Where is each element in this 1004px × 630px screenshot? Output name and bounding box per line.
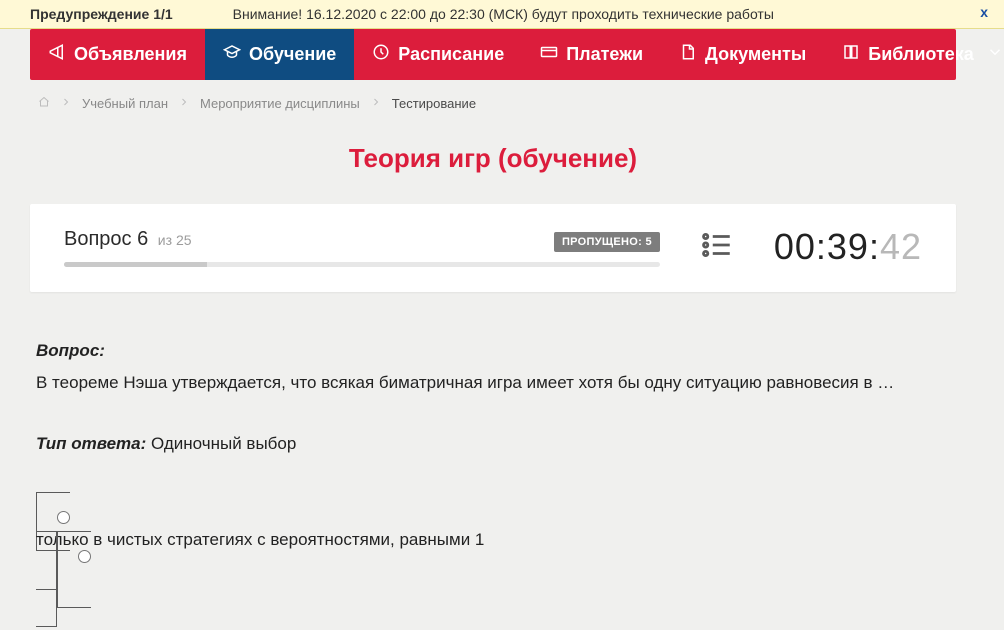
nav-library[interactable]: Библиотека — [824, 29, 1004, 80]
page-title: Теория игр (обучение) — [30, 143, 956, 174]
nav-education[interactable]: Обучение — [205, 29, 354, 80]
timer: 00:39:42 — [774, 226, 922, 268]
nav-schedule[interactable]: Расписание — [354, 29, 522, 80]
nav-label: Объявления — [74, 44, 187, 65]
warning-message: Внимание! 16.12.2020 с 22:00 до 22:30 (М… — [233, 6, 974, 22]
main-nav: Объявления Обучение Расписание Платежи — [30, 29, 956, 80]
nav-label: Документы — [705, 44, 806, 65]
progress-fill — [64, 262, 207, 267]
breadcrumb: Учебный план Мероприятие дисциплины Тест… — [30, 80, 956, 121]
nav-documents[interactable]: Документы — [661, 29, 824, 80]
breadcrumb-link-event[interactable]: Мероприятие дисциплины — [200, 96, 360, 111]
home-icon[interactable] — [38, 96, 50, 111]
chevron-right-icon — [178, 96, 190, 111]
answers-list: только в чистых стратегиях с вероятностя… — [30, 511, 956, 587]
breadcrumb-link-plan[interactable]: Учебный план — [82, 96, 168, 111]
book-icon — [842, 43, 860, 66]
question-text: В теореме Нэша утверждается, что всякая … — [36, 370, 950, 396]
chevron-right-icon — [60, 96, 72, 111]
file-icon — [679, 43, 697, 66]
question-list-button[interactable] — [700, 228, 734, 267]
progress-bar — [64, 262, 660, 267]
nav-label: Расписание — [398, 44, 504, 65]
chevron-right-icon — [370, 96, 382, 111]
chevron-down-icon — [986, 43, 1004, 66]
question-counter: Вопрос 6 из 25 — [64, 228, 192, 251]
answer-radio[interactable] — [57, 511, 70, 524]
answer-option[interactable]: только в чистых стратегиях с вероятностя… — [36, 492, 950, 590]
scroll-viewport[interactable]: Предупреждение 1/1 Внимание! 16.12.2020 … — [0, 0, 1004, 630]
card-icon — [540, 43, 558, 66]
answer-type: Тип ответа: Одиночный выбор — [36, 431, 950, 457]
question-block: Вопрос: В теореме Нэша утверждается, что… — [30, 338, 956, 457]
breadcrumb-current: Тестирование — [392, 96, 476, 111]
status-card: Вопрос 6 из 25 ПРОПУЩЕНО: 5 — [30, 204, 956, 292]
warning-title: Предупреждение 1/1 — [30, 6, 173, 22]
warning-close-button[interactable]: x — [980, 4, 988, 20]
nav-payments[interactable]: Платежи — [522, 29, 661, 80]
question-label: Вопрос: — [36, 338, 950, 364]
megaphone-icon — [48, 43, 66, 66]
nav-label: Обучение — [249, 44, 336, 65]
skipped-badge: ПРОПУЩЕНО: 5 — [554, 232, 660, 252]
nav-label: Платежи — [566, 44, 643, 65]
answer-radio[interactable] — [78, 550, 91, 563]
nav-announcements[interactable]: Объявления — [30, 29, 205, 80]
answer-text: только в чистых стратегиях с вероятностя… — [36, 530, 950, 550]
warning-bar: Предупреждение 1/1 Внимание! 16.12.2020 … — [0, 0, 1004, 29]
graduation-icon — [223, 43, 241, 66]
nav-label: Библиотека — [868, 44, 974, 65]
clock-icon — [372, 43, 390, 66]
